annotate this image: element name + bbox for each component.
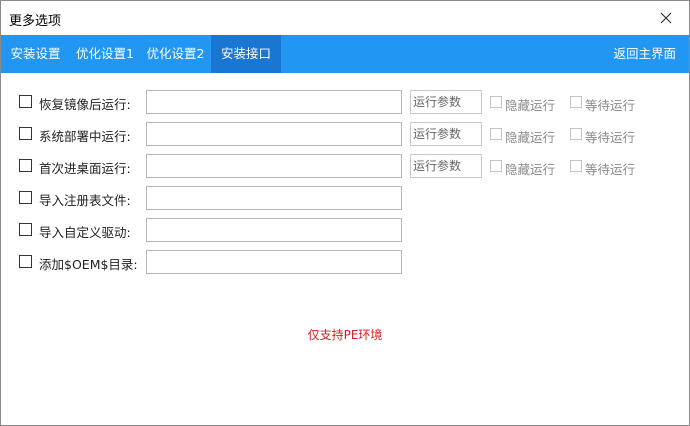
after-restore-wait-checkbox[interactable] [570, 96, 582, 108]
pe-only-notice: 仅支持PE环境 [307, 328, 383, 342]
tab-optimize-settings-1[interactable]: 优化设置1 [70, 35, 140, 73]
row-first-desktop: 首次进桌面运行: 隐藏运行 等待运行 [1, 154, 689, 178]
after-restore-label: 恢复镜像后运行: [39, 97, 131, 112]
during-deploy-wait-checkbox[interactable] [570, 128, 582, 140]
after-restore-param-input[interactable] [410, 90, 482, 114]
import-registry-label: 导入注册表文件: [39, 193, 131, 208]
first-desktop-label: 首次进桌面运行: [39, 161, 131, 176]
during-deploy-hide-checkbox[interactable] [490, 128, 502, 140]
add-oem-dir-checkbox[interactable] [19, 255, 32, 268]
after-restore-hide-checkbox[interactable] [490, 96, 502, 108]
row-import-driver: 导入自定义驱动: [1, 218, 689, 242]
first-desktop-checkbox[interactable] [19, 159, 32, 172]
during-deploy-path-input[interactable] [146, 122, 402, 146]
close-button[interactable] [643, 1, 689, 35]
import-registry-path-input[interactable] [146, 186, 402, 210]
row-during-deploy: 系统部署中运行: 隐藏运行 等待运行 [1, 122, 689, 146]
tab-install-interface[interactable]: 安装接口 [211, 35, 281, 73]
options-window: 更多选项 安装设置 优化设置1 优化设置2 安装接口 返回主界面 恢复镜像后运行… [0, 0, 690, 426]
back-to-main-button[interactable]: 返回主界面 [613, 35, 676, 73]
import-driver-checkbox[interactable] [19, 223, 32, 236]
during-deploy-checkbox[interactable] [19, 127, 32, 140]
first-desktop-path-input[interactable] [146, 154, 402, 178]
add-oem-dir-label: 添加$OEM$目录: [39, 257, 138, 272]
after-restore-checkbox[interactable] [19, 95, 32, 108]
after-restore-hide-label: 隐藏运行 [505, 98, 556, 113]
close-icon [660, 12, 672, 24]
first-desktop-hide-checkbox[interactable] [490, 160, 502, 172]
during-deploy-param-input[interactable] [410, 122, 482, 146]
import-driver-path-input[interactable] [146, 218, 402, 242]
add-oem-dir-path-input[interactable] [146, 250, 402, 274]
import-registry-checkbox[interactable] [19, 191, 32, 204]
first-desktop-wait-checkbox[interactable] [570, 160, 582, 172]
title-bar: 更多选项 [1, 1, 689, 35]
after-restore-path-input[interactable] [146, 90, 402, 114]
after-restore-wait-label: 等待运行 [585, 98, 636, 113]
tab-install-settings[interactable]: 安装设置 [1, 35, 70, 73]
during-deploy-label: 系统部署中运行: [39, 129, 131, 144]
first-desktop-wait-label: 等待运行 [585, 162, 636, 177]
tab-optimize-settings-2[interactable]: 优化设置2 [140, 35, 211, 73]
first-desktop-param-input[interactable] [410, 154, 482, 178]
window-title: 更多选项 [9, 14, 62, 29]
first-desktop-hide-label: 隐藏运行 [505, 162, 556, 177]
import-driver-label: 导入自定义驱动: [39, 225, 131, 240]
during-deploy-wait-label: 等待运行 [585, 130, 636, 145]
row-add-oem-dir: 添加$OEM$目录: [1, 250, 689, 274]
tab-bar: 安装设置 优化设置1 优化设置2 安装接口 返回主界面 [1, 35, 689, 73]
row-after-restore: 恢复镜像后运行: 隐藏运行 等待运行 [1, 90, 689, 114]
during-deploy-hide-label: 隐藏运行 [505, 130, 556, 145]
row-import-registry: 导入注册表文件: [1, 186, 689, 210]
